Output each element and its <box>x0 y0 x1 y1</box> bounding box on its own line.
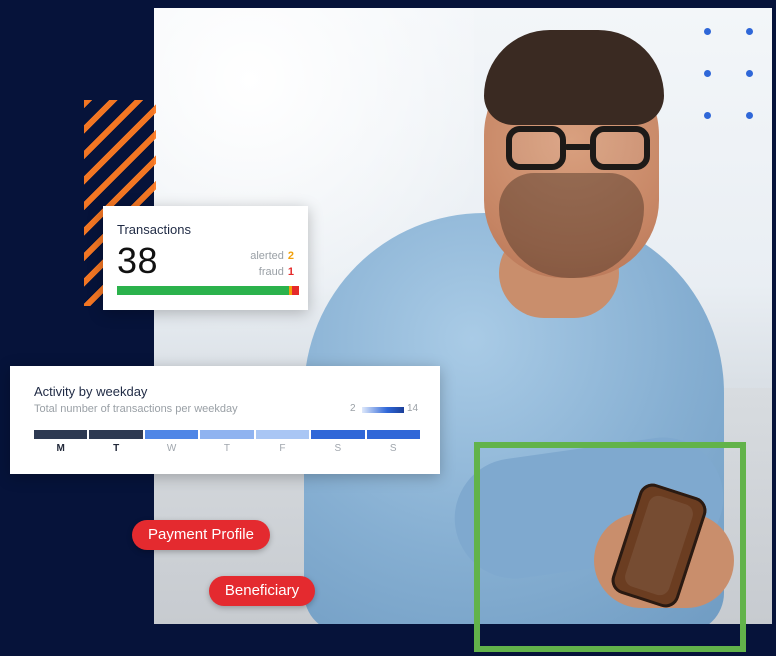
fraud-row: fraud 1 <box>250 264 294 280</box>
weekday-bar <box>255 430 310 439</box>
dot <box>746 112 753 119</box>
legend-max-value: 14 <box>407 403 419 414</box>
alerted-row: alerted 2 <box>250 248 294 264</box>
dot-grid-decoration <box>700 24 764 124</box>
transactions-title: Transactions <box>117 222 191 237</box>
dot <box>704 70 711 77</box>
fraud-segment <box>292 286 299 295</box>
activity-subtitle: Total number of transactions per weekday <box>34 403 238 415</box>
person-hair <box>484 30 664 125</box>
dot <box>746 70 753 77</box>
alerted-label: alerted <box>250 250 284 262</box>
dot <box>704 28 711 35</box>
activity-by-weekday-card: Activity by weekday Total number of tran… <box>10 366 440 474</box>
weekday-label: T <box>223 443 231 454</box>
transactions-breakdown: alerted 2 fraud 1 <box>250 248 294 280</box>
weekday-cell: T <box>200 430 254 454</box>
fraud-count: 1 <box>287 266 294 278</box>
transactions-card: Transactions 38 alerted 2 fraud 1 <box>103 206 308 310</box>
transactions-count: 38 <box>117 240 159 281</box>
transactions-status-bar <box>117 286 299 295</box>
weekday-bar <box>144 430 199 439</box>
glasses-right-lens <box>590 126 650 170</box>
weekday-bar <box>89 430 143 439</box>
glasses-bridge <box>564 144 592 150</box>
weekday-label: W <box>166 443 177 454</box>
weekday-cell: F <box>255 430 310 454</box>
weekday-bar <box>366 430 420 439</box>
payment-profile-tag[interactable]: Payment Profile <box>132 520 270 550</box>
legend-gradient <box>362 407 404 413</box>
weekday-bar <box>34 430 88 439</box>
weekday-cell: T <box>89 430 143 454</box>
weekday-label: T <box>113 443 120 454</box>
weekday-cell: S <box>366 430 420 454</box>
weekday-label: F <box>279 443 286 454</box>
legend-min-value: 2 <box>350 403 356 414</box>
glasses <box>506 126 652 178</box>
weekday-cell: S <box>311 430 365 454</box>
fraud-label: fraud <box>258 266 284 278</box>
weekday-label: S <box>389 443 397 454</box>
weekday-cell: W <box>144 430 199 454</box>
green-highlight-frame <box>474 442 746 652</box>
beneficiary-tag[interactable]: Beneficiary <box>209 576 315 606</box>
weekday-cell: M <box>34 430 88 454</box>
weekday-label: S <box>334 443 342 454</box>
weekday-bar <box>200 430 254 439</box>
weekday-label: M <box>56 443 65 454</box>
dot <box>704 112 711 119</box>
glasses-left-lens <box>506 126 566 170</box>
weekday-heatmap: MTWTFSS <box>34 430 420 454</box>
alerted-count: 2 <box>287 250 294 262</box>
weekday-bar <box>311 430 365 439</box>
dot <box>746 28 753 35</box>
activity-title: Activity by weekday <box>34 384 148 399</box>
